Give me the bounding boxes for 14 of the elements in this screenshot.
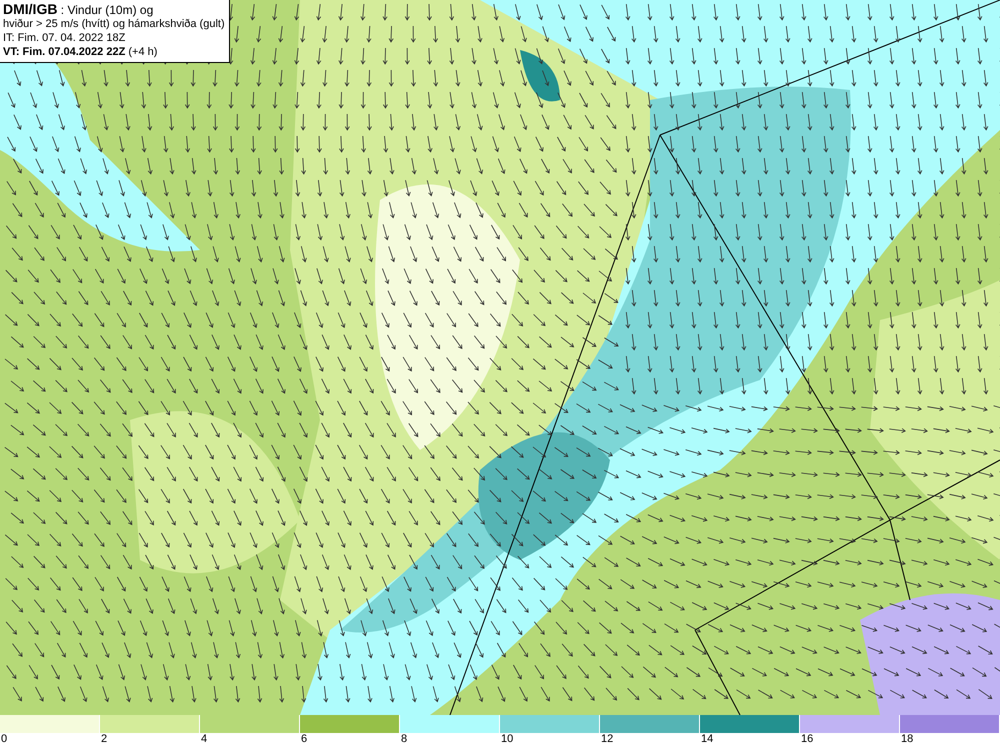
legend-tick-label: 6	[300, 733, 308, 746]
legend-tick-label: 8	[400, 733, 408, 746]
legend-tick-label: 16	[800, 733, 814, 746]
legend-tick-label: 18	[900, 733, 914, 746]
info-text: IT: Fim. 07. 04. 2022 18Z	[3, 31, 126, 45]
info-text: DMI/IGB : Vindur (10m) og	[3, 2, 154, 17]
legend-tick-label: 4	[200, 733, 208, 746]
legend-tick-label: 12	[600, 733, 614, 746]
legend-tick-label: 0	[0, 733, 8, 746]
info-text: VT: Fim. 07.04.2022 22Z (+4 h)	[3, 45, 158, 59]
info-text: hviður > 25 m/s (hvítt) og hámarkshviða (gult)	[3, 17, 225, 31]
legend-tick-label: 14	[700, 733, 714, 746]
legend-tick-label: 2	[100, 733, 108, 746]
legend-tick-label: 10	[500, 733, 514, 746]
